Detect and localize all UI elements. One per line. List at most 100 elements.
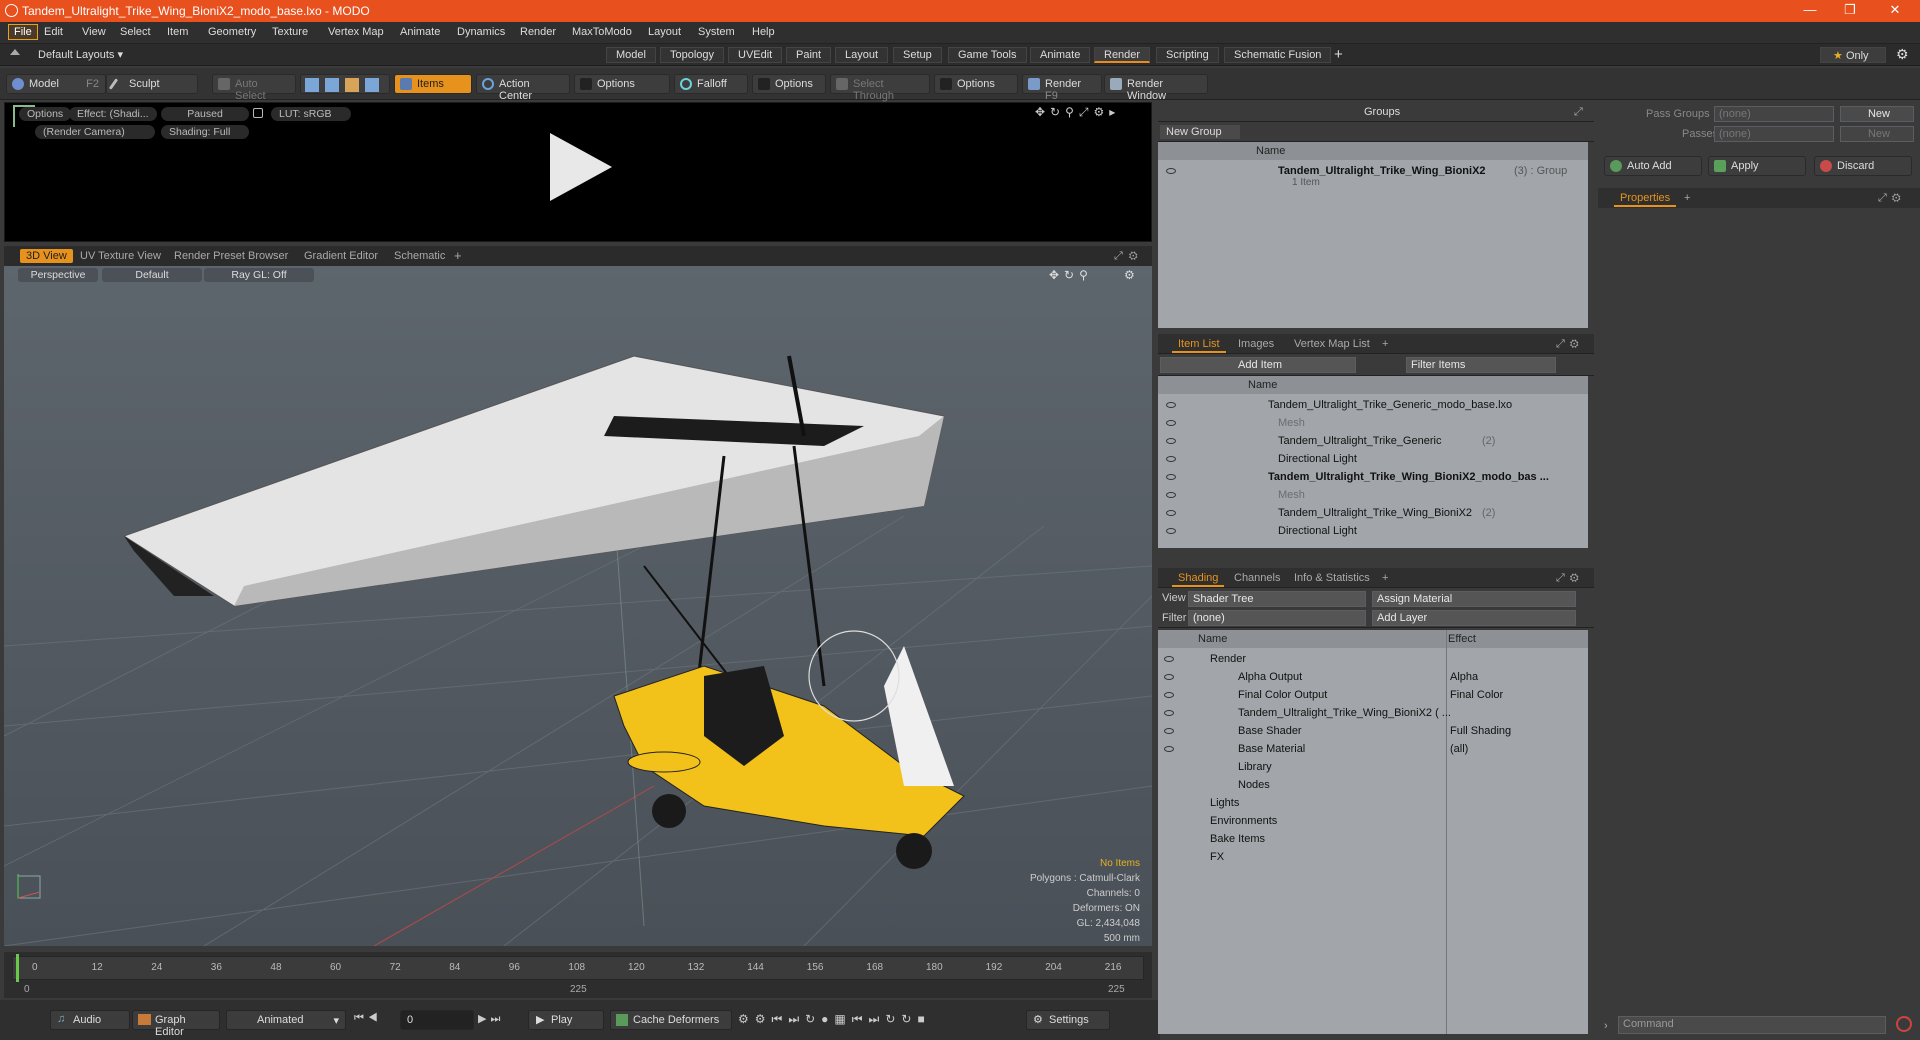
add-layer-dropdown[interactable]: Add Layer (1372, 610, 1576, 626)
new-pass-group-button[interactable]: New (1840, 106, 1914, 122)
item-list-row[interactable]: Tandem_Ultralight_Trike_Wing_BioniX2 (2) (1158, 504, 1588, 522)
preview-shading[interactable]: Shading: Full (161, 125, 249, 139)
play-icon[interactable] (550, 133, 612, 201)
menu-texture[interactable]: Texture (272, 26, 308, 38)
3d-viewport[interactable]: Perspective Default Ray GL: Off ✥↻⚲ ⚙ No… (4, 266, 1152, 946)
filter-items-input[interactable]: Filter Items (1406, 357, 1556, 373)
shader-tree-row[interactable]: Environments (1158, 812, 1588, 830)
menu-render[interactable]: Render (520, 26, 556, 38)
command-input[interactable]: Command (1618, 1016, 1886, 1034)
edges-icon[interactable] (325, 78, 339, 92)
select-through-button[interactable]: Select Through (830, 74, 930, 102)
tab-model[interactable]: Model (606, 47, 656, 63)
item-list-row[interactable]: Tandem_Ultralight_Trike_Wing_BioniX2_mod… (1158, 468, 1588, 486)
menu-system[interactable]: System (698, 26, 735, 38)
visibility-eye-icon[interactable] (1166, 510, 1176, 516)
discard-button[interactable]: Discard (1814, 156, 1912, 176)
shader-effect-value[interactable]: (all) (1450, 740, 1468, 758)
auto-select-button[interactable]: Auto Select (212, 74, 296, 102)
menu-item[interactable]: Item (167, 26, 188, 38)
visibility-eye-icon[interactable] (1166, 402, 1176, 408)
add-tab-icon[interactable]: + (1334, 46, 1343, 63)
visibility-eye-icon[interactable] (1164, 728, 1174, 734)
shader-tree-row[interactable]: Bake Items (1158, 830, 1588, 848)
preview-camera[interactable]: (Render Camera) (35, 125, 155, 139)
visibility-eye-icon[interactable] (1166, 474, 1176, 480)
new-group-button[interactable]: New Group (1160, 125, 1240, 139)
visibility-eye-icon[interactable] (1166, 492, 1176, 498)
preview-paused[interactable]: Paused (161, 107, 249, 121)
menu-geometry[interactable]: Geometry (208, 26, 256, 38)
tab-render[interactable]: Render (1094, 47, 1151, 63)
shader-tree-row[interactable]: Nodes (1158, 776, 1588, 794)
shader-effect-value[interactable]: Final Color (1450, 686, 1503, 704)
tab-game-tools[interactable]: Game Tools (948, 47, 1027, 63)
apply-button[interactable]: Apply (1708, 156, 1806, 176)
menu-file[interactable]: File (8, 24, 38, 40)
visibility-eye-icon[interactable] (1164, 746, 1174, 752)
frame-input[interactable]: 0 (400, 1010, 474, 1030)
preview-effect[interactable]: Effect: (Shadi... (69, 107, 157, 121)
close-button[interactable]: ✕ (1875, 2, 1915, 20)
menu-edit[interactable]: Edit (44, 26, 63, 38)
transport-back-icons[interactable]: ⏮◀ (354, 1012, 382, 1025)
cache-deformers-button[interactable]: Cache Deformers (610, 1010, 732, 1030)
tab-images[interactable]: Images (1232, 337, 1280, 351)
minimize-button[interactable]: — (1790, 2, 1830, 20)
tab-paint[interactable]: Paint (786, 47, 832, 63)
properties-expand-gear-icons[interactable]: ⤢⚙ (1872, 191, 1912, 206)
restore-button[interactable]: ❐ (1830, 2, 1870, 20)
item-list-row[interactable]: Mesh (1158, 486, 1588, 504)
shader-effect-value[interactable]: Alpha (1450, 668, 1478, 686)
visibility-eye-icon[interactable] (1166, 168, 1176, 174)
only-toggle[interactable]: ★ Only (1820, 47, 1886, 63)
transport-forward-icons[interactable]: ▶⏭ (478, 1012, 504, 1026)
item-list-row[interactable]: Tandem_Ultralight_Trike_Generic (2) (1158, 432, 1588, 450)
shader-tree-row[interactable]: Base Shader Full Shading (1158, 722, 1588, 740)
tab-info-statistics[interactable]: Info & Statistics (1288, 571, 1376, 585)
tab-schematic-fusion[interactable]: Schematic Fusion (1224, 47, 1332, 63)
default-layouts-dropdown[interactable]: Default Layouts ▾ (38, 48, 123, 61)
menu-maxtomodo[interactable]: MaxToModo (572, 26, 632, 38)
tab-animate[interactable]: Animate (1030, 47, 1091, 63)
gear-icon[interactable]: ⚙ (1896, 46, 1909, 63)
audio-button[interactable]: ♫ Audio (50, 1010, 130, 1030)
add-item-dropdown[interactable]: Add Item (1160, 357, 1356, 373)
tab-scripting[interactable]: Scripting (1156, 47, 1219, 63)
preview-options[interactable]: Options (19, 107, 72, 121)
new-pass-button[interactable]: New (1840, 126, 1914, 142)
visibility-eye-icon[interactable] (1164, 710, 1174, 716)
vertices-icon[interactable] (305, 78, 319, 92)
tab-item-list[interactable]: Item List (1172, 337, 1226, 353)
visibility-eye-icon[interactable] (1164, 656, 1174, 662)
render-window-button[interactable]: Render Window (1104, 74, 1208, 102)
shader-tree-row[interactable]: Final Color Output Final Color (1158, 686, 1588, 704)
visibility-eye-icon[interactable] (1164, 674, 1174, 680)
tab-topology[interactable]: Topology (660, 47, 725, 63)
graph-editor-button[interactable]: Graph Editor (132, 1010, 220, 1038)
menu-view[interactable]: View (82, 26, 106, 38)
menu-layout[interactable]: Layout (648, 26, 681, 38)
materials-icon[interactable] (365, 78, 379, 92)
polygons-icon[interactable] (345, 78, 359, 92)
command-record-icon[interactable] (1896, 1016, 1912, 1032)
tab-setup[interactable]: Setup (893, 47, 942, 63)
menu-help[interactable]: Help (752, 26, 775, 38)
play-button[interactable]: ▶ Play (528, 1010, 604, 1030)
preview-nav-icons[interactable]: ✥↻⚲⤢⚙▸ (1035, 105, 1120, 120)
falloff-options[interactable]: Options (752, 74, 826, 94)
group-row[interactable]: Tandem_Ultralight_Trike_Wing_BioniX2 (3)… (1158, 162, 1588, 192)
tab-layout[interactable]: Layout (835, 47, 889, 63)
menu-select[interactable]: Select (120, 26, 151, 38)
shader-tree-row[interactable]: Base Material (all) (1158, 740, 1588, 758)
item-list-row[interactable]: Directional Light (1158, 450, 1588, 468)
pass-groups-dropdown[interactable]: (none) (1714, 106, 1834, 122)
key-tool-icons[interactable]: ⚙⚙⏮⏭↻●▦⏮⏭↻↻■ (738, 1012, 931, 1027)
groups-expand-icon[interactable]: ⤢ (1568, 105, 1589, 120)
tab-channels[interactable]: Channels (1228, 571, 1286, 585)
item-list-row[interactable]: Directional Light (1158, 522, 1588, 540)
shader-tree-row[interactable]: Library (1158, 758, 1588, 776)
shader-tree-row[interactable]: Tandem_Ultralight_Trike_Wing_BioniX2 ( .… (1158, 704, 1588, 722)
shader-tree-row[interactable]: Lights (1158, 794, 1588, 812)
filter-dropdown[interactable]: (none) (1188, 610, 1366, 626)
